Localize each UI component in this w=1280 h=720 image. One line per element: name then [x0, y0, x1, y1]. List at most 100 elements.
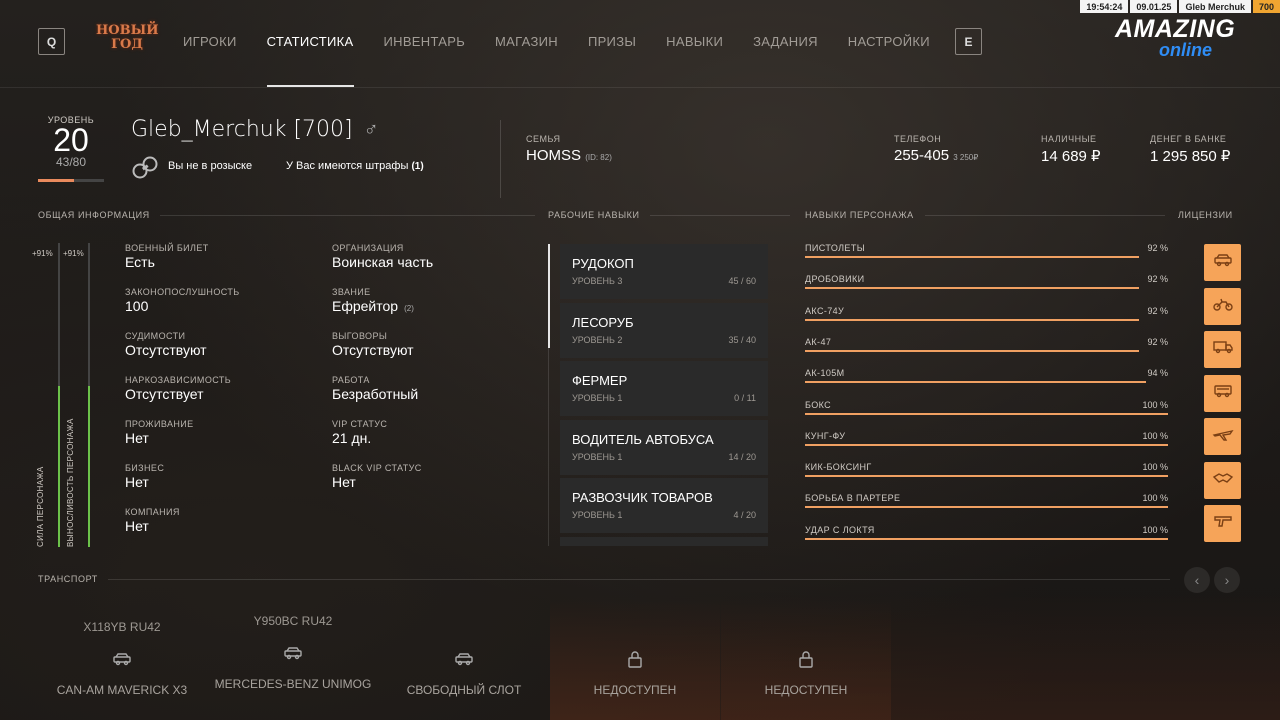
- info-field-value-text: Отсутствуют: [125, 342, 207, 358]
- work-skill-progress: 4 / 20: [733, 510, 756, 520]
- general-info-left: ВОЕННЫЙ БИЛЕТ Есть ЗАКОНОПОСЛУШНОСТЬ 100 СУД…: [125, 243, 240, 551]
- vehicle-name: CAN-AM MAVERICK X3: [56, 683, 188, 697]
- work-skills-scroll-thumb[interactable]: [548, 244, 550, 348]
- work-skill-title: ЛЕСОРУБ: [572, 314, 634, 330]
- info-field-value-text: 100: [125, 298, 149, 314]
- char-skill-row: АКС-74У 92 %: [805, 306, 1168, 322]
- nav-tab[interactable]: ИГРОКИ: [183, 34, 237, 49]
- amazing-online-logo: AMAZING online: [1115, 16, 1270, 60]
- info-field-value-text: Воинская часть: [332, 254, 434, 270]
- work-skill-progress: 14 / 20: [728, 451, 756, 462]
- main-navigation: ИГРОКИ СТАТИСТИКА ИНВЕНТАРЬ МАГАЗИН ПРИЗЫ НАВ…: [183, 34, 960, 87]
- info-field-label: ОРГАНИЗАЦИЯ: [332, 243, 404, 253]
- info-field-label: ВОЕННЫЙ БИЛЕТ: [125, 243, 209, 253]
- transport-slot[interactable]: X118YB RU42 CAN-AM MAVERICK X3: [37, 600, 207, 720]
- info-field-value: Отсутствуют: [125, 342, 240, 358]
- handcuffs-icon: [132, 156, 158, 179]
- char-skill-percent: 100 %: [1142, 524, 1168, 535]
- info-field: ПРОЖИВАНИЕ Нет: [125, 419, 240, 463]
- license-button[interactable]: [1204, 244, 1241, 281]
- transport-slot[interactable]: СВОБОДНЫЙ СЛОТ: [379, 600, 549, 720]
- info-field-value-text: Нет: [332, 474, 356, 490]
- info-field-value: Отсутствуют: [332, 342, 433, 358]
- char-skill-name: УДАР С ЛОКТЯ: [805, 524, 875, 535]
- char-skill-name: КУНГ-ФУ: [805, 430, 846, 441]
- family-stat: СЕМЬЯ HOMSS (ID: 82): [526, 134, 612, 164]
- handshake-icon: [1212, 467, 1234, 494]
- char-skill-bar: [805, 287, 1139, 290]
- char-skill-bar: [805, 256, 1139, 258]
- work-skill-level: УРОВЕНЬ 3: [572, 276, 623, 286]
- char-skill-bar: [805, 506, 1168, 509]
- work-skill-card[interactable]: ЛЕСОРУБ УРОВЕНЬ 2 35 / 40: [560, 302, 768, 358]
- work-skill-card[interactable]: РУДОКОП УРОВЕНЬ 3 45 / 60: [560, 244, 768, 299]
- info-field-value-text: Нет: [125, 474, 149, 490]
- char-skill-name: ДРОБОВИКИ: [805, 274, 865, 285]
- char-skill-name: КИК-БОКСИНГ: [805, 462, 872, 473]
- info-field-value-text: 21 дн.: [332, 430, 372, 446]
- work-skill-card[interactable]: ВОДИТЕЛЬ АВТОБУСА УРОВЕНЬ 1 14 / 20: [560, 419, 768, 475]
- transport-slot[interactable]: НЕДОСТУПЕН: [721, 600, 891, 720]
- info-field-value: Есть: [125, 254, 240, 270]
- nav-tab[interactable]: МАГАЗИН: [495, 34, 558, 49]
- vehicle-name: НЕДОСТУПЕН: [764, 683, 848, 697]
- work-skill-title: РАЗВОЗЧИК ТОВАРОВ: [572, 490, 713, 505]
- nav-tab[interactable]: ЗАДАНИЯ: [753, 34, 818, 49]
- clock: 19:54:24: [1080, 0, 1129, 13]
- strength-label: СИЛА ПЕРСОНАЖА: [36, 466, 45, 547]
- strength-percent: +91%: [32, 249, 53, 258]
- info-field-label: БИЗНЕС: [125, 463, 165, 473]
- license-button[interactable]: [1204, 287, 1241, 325]
- nav-tab[interactable]: НАВЫКИ: [666, 34, 723, 49]
- nav-tab[interactable]: ПРИЗЫ: [588, 34, 636, 49]
- work-skill-title: ВОДИТЕЛЬ АВТОБУСА: [572, 431, 714, 447]
- strength-bar-fill: [58, 385, 60, 547]
- char-skill-name: БОКС: [805, 399, 832, 410]
- transport-slot[interactable]: Y950BC RU42 MERCEDES-BENZ UNIMOG: [208, 600, 378, 720]
- transport-slot[interactable]: НЕДОСТУПЕН: [550, 600, 720, 720]
- general-info-line: [160, 215, 535, 216]
- char-skill-bar: [805, 475, 1168, 478]
- transport-prev-button[interactable]: ‹: [1184, 567, 1210, 593]
- pistol-icon: [1212, 510, 1234, 537]
- general-info-right: ОРГАНИЗАЦИЯ Воинская часть ЗВАНИЕ Ефрейтор(…: [332, 243, 433, 507]
- char-skill-row: КУНГ-ФУ 100 %: [805, 431, 1168, 447]
- transport-next-button[interactable]: ›: [1214, 567, 1240, 593]
- nav-tab[interactable]: НАСТРОЙКИ: [848, 34, 930, 49]
- work-skill-card[interactable]: ФЕРМЕР УРОВЕНЬ 1 0 / 11: [560, 361, 768, 416]
- char-skill-row: АК-47 92 %: [805, 337, 1168, 353]
- license-button[interactable]: [1204, 331, 1241, 368]
- prev-tab-key-button[interactable]: Q: [38, 28, 65, 55]
- char-skill-row: ДРОБОВИКИ 92 %: [805, 274, 1168, 290]
- info-field: ЗВАНИЕ Ефрейтор (2): [332, 287, 433, 331]
- car-icon: [1212, 249, 1234, 276]
- player-name: Gleb_Merchuk [700] ♂: [131, 117, 379, 142]
- motorcycle-icon: [1212, 293, 1234, 320]
- work-skill-level: УРОВЕНЬ 1: [572, 510, 623, 520]
- char-skill-bar: [805, 318, 1139, 321]
- license-button[interactable]: [1204, 418, 1241, 455]
- info-field: ВОЕННЫЙ БИЛЕТ Есть: [125, 243, 240, 287]
- family-id: (ID: 82): [585, 153, 612, 162]
- work-skill-card[interactable]: РАЗВОЗЧИК ТОВАРОВ УРОВЕНЬ 1 4 / 20: [560, 478, 768, 533]
- nav-tab[interactable]: СТАТИСТИКА: [266, 34, 354, 87]
- char-skill-row: ПИСТОЛЕТЫ 92 %: [805, 243, 1168, 259]
- work-skills-line: [650, 215, 790, 216]
- next-tab-key-button[interactable]: E: [955, 28, 982, 55]
- work-skills-header: РАБОЧИЕ НАВЫКИ: [548, 210, 640, 220]
- car-icon: [110, 648, 134, 670]
- info-field: БИЗНЕС Нет: [125, 463, 240, 507]
- license-button[interactable]: [1204, 374, 1241, 412]
- plane-icon: [1212, 423, 1234, 450]
- nav-tab[interactable]: ИНВЕНТАРЬ: [384, 34, 466, 49]
- logo-bottom-text: online: [1159, 40, 1212, 60]
- char-skills-line: [925, 215, 1165, 216]
- info-field: VIP СТАТУС 21 дн.: [332, 419, 433, 463]
- work-skill-card-partial[interactable]: [560, 537, 768, 546]
- player-name-text: Gleb_Merchuk [700]: [131, 117, 353, 142]
- phone-number: 255-405: [894, 147, 950, 164]
- info-field-value: Ефрейтор (2): [332, 298, 433, 314]
- license-button[interactable]: [1204, 505, 1241, 542]
- license-button[interactable]: [1204, 461, 1241, 499]
- info-field-label: VIP СТАТУС: [332, 419, 388, 429]
